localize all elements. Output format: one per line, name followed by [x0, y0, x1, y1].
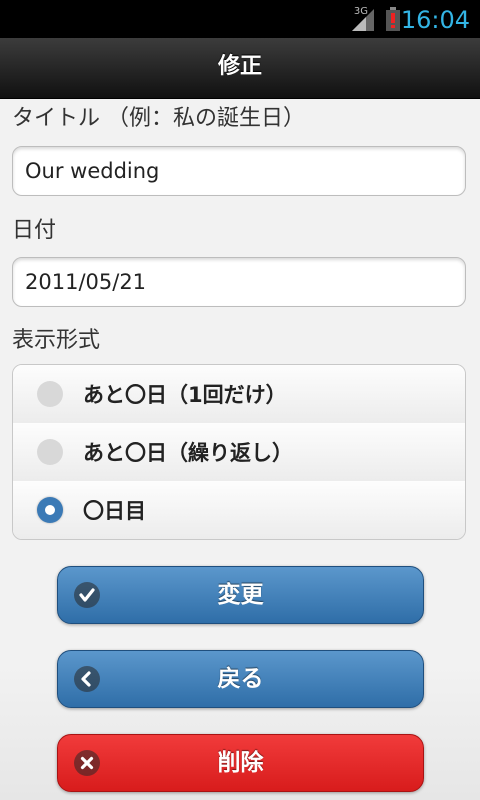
edit-form: タイトル （例：私の誕生日） Our wedding 日付 2011/05/21…	[0, 98, 480, 800]
radio-label: あと〇日（1回だけ）	[83, 383, 287, 407]
date-label: 日付	[12, 218, 57, 243]
page-title: 修正	[217, 54, 262, 79]
radio-option-repeat[interactable]: あと〇日（繰り返し）	[13, 423, 465, 482]
display-format-radio-group: あと〇日（1回だけ） あと〇日（繰り返し） 〇日目	[12, 364, 466, 540]
radio-option-once[interactable]: あと〇日（1回だけ）	[13, 365, 465, 424]
title-input[interactable]: Our wedding	[12, 146, 466, 196]
radio-label: 〇日目	[83, 499, 146, 523]
header-bar: 修正	[0, 38, 480, 99]
change-button-label: 変更	[217, 582, 264, 608]
radio-label: あと〇日（繰り返し）	[83, 441, 293, 465]
back-button[interactable]: 戻る	[57, 650, 424, 708]
battery-alert-icon	[386, 7, 400, 31]
delete-button[interactable]: 削除	[57, 734, 424, 792]
title-label: タイトル （例：私の誕生日）	[12, 106, 305, 131]
date-input[interactable]: 2011/05/21	[12, 257, 466, 307]
check-icon	[74, 582, 100, 608]
radio-checked-icon	[37, 497, 63, 523]
display-format-label: 表示形式	[12, 328, 101, 353]
chevron-left-icon	[74, 666, 100, 692]
delete-button-label: 削除	[217, 750, 264, 776]
status-bar: 3G 16:04	[0, 0, 480, 38]
radio-unchecked-icon	[37, 439, 63, 465]
back-button-label: 戻る	[217, 666, 264, 692]
change-button[interactable]: 変更	[57, 566, 424, 624]
signal-icon	[352, 9, 374, 31]
radio-option-days-elapsed[interactable]: 〇日目	[13, 481, 465, 539]
radio-unchecked-icon	[37, 381, 63, 407]
close-icon	[74, 750, 100, 776]
clock: 16:04	[400, 6, 470, 34]
